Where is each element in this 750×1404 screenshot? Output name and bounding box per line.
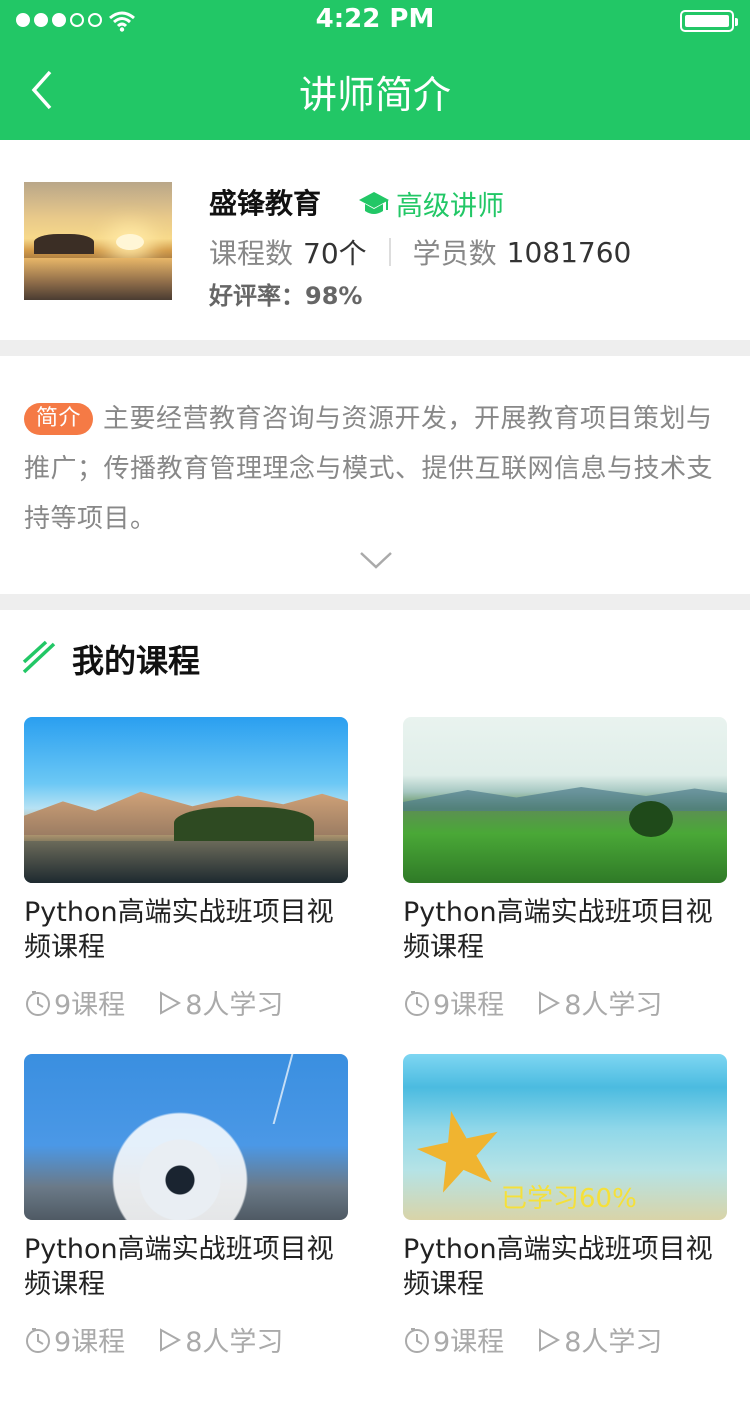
course-card[interactable]: Python高端实战班项目视频课程 9课程 8人学习 [24, 1054, 348, 1374]
course-meta: 9课程 8人学习 [24, 1320, 354, 1359]
teacher-name: 盛锋教育 [209, 187, 322, 220]
clock-icon [405, 990, 429, 1016]
chevron-down-icon[interactable] [359, 550, 393, 570]
intro-section: 简介 主要经营教育咨询与资源开发，开展教育项目策划与推广；传播教育管理理念与模式、… [0, 356, 750, 594]
lesson-count: 9课程 [433, 990, 505, 1021]
intro-text-block: 简介 主要经营教育咨询与资源开发，开展教育项目策划与推广；传播教育管理理念与模式、… [24, 394, 730, 544]
status-bar: 4:22 PM [0, 0, 750, 40]
student-count-label: 学员数 [412, 237, 497, 270]
status-time: 4:22 PM [315, 4, 435, 34]
section-divider [0, 340, 750, 356]
graduation-cap-icon [359, 191, 389, 214]
course-title[interactable]: Python高端实战班项目视频课程 [24, 1232, 354, 1302]
section-stripes-icon [22, 640, 56, 674]
course-title[interactable]: Python高端实战班项目视频课程 [403, 895, 733, 965]
section-title: 我的课程 [72, 642, 201, 680]
learner-count: 8人学习 [564, 990, 663, 1021]
battery-icon [680, 10, 738, 32]
badge-label: 高级讲师 [396, 191, 504, 222]
course-card[interactable]: Python高端实战班项目视频课程 9课程 8人学习 [24, 717, 348, 1037]
lesson-count: 9课程 [433, 1327, 505, 1358]
course-meta: 9课程 8人学习 [24, 983, 354, 1022]
learner-count: 8人学习 [564, 1327, 663, 1358]
app-header: 4:22 PM 讲师简介 [0, 0, 750, 140]
lesson-count: 9课程 [54, 990, 126, 1021]
learner-count: 8人学习 [185, 990, 284, 1021]
course-meta: 9课程 8人学习 [403, 1320, 733, 1359]
course-card[interactable]: 已学习60% Python高端实战班项目视频课程 9课程 8人学习 [403, 1054, 727, 1374]
play-icon [160, 1327, 182, 1352]
teacher-stats: 课程数 70个 学员数 1081760 [209, 232, 631, 272]
course-title[interactable]: Python高端实战班项目视频课程 [403, 1232, 733, 1302]
stats-divider [388, 238, 391, 266]
course-thumbnail[interactable] [403, 717, 727, 883]
play-icon [539, 990, 561, 1015]
course-card[interactable]: Python高端实战班项目视频课程 9课程 8人学习 [403, 717, 727, 1037]
course-title[interactable]: Python高端实战班项目视频课程 [24, 895, 354, 965]
course-thumbnail[interactable] [24, 717, 348, 883]
page-title: 讲师简介 [298, 73, 451, 117]
lesson-count: 9课程 [54, 1327, 126, 1358]
intro-text: 主要经营教育咨询与资源开发，开展教育项目策划与推广；传播教育管理理念与模式、提供… [24, 404, 714, 534]
intro-tag: 简介 [24, 403, 94, 435]
course-count-label: 课程数 [209, 237, 294, 270]
course-meta: 9课程 8人学习 [403, 983, 733, 1022]
rating-value: 98% [305, 282, 363, 310]
teacher-level-badge: 高级讲师 [358, 184, 504, 223]
clock-icon [26, 990, 50, 1016]
section-divider [0, 594, 750, 610]
rating-label: 好评率： [209, 282, 305, 310]
clock-icon [26, 1327, 50, 1353]
play-icon [160, 990, 182, 1015]
course-thumbnail[interactable] [24, 1054, 348, 1220]
course-count-value: 70个 [303, 237, 367, 270]
study-progress-label: 已学习60% [501, 1184, 637, 1214]
learner-count: 8人学习 [185, 1327, 284, 1358]
student-count-value: 1081760 [506, 235, 632, 269]
rating: 好评率：98% [209, 276, 362, 311]
teacher-profile: 盛锋教育 高级讲师 课程数 70个 学员数 1081760 好评率：98% [0, 140, 750, 340]
clock-icon [405, 1327, 429, 1353]
teacher-avatar [24, 182, 172, 300]
course-thumbnail[interactable]: 已学习60% [403, 1054, 727, 1220]
play-icon [539, 1327, 561, 1352]
